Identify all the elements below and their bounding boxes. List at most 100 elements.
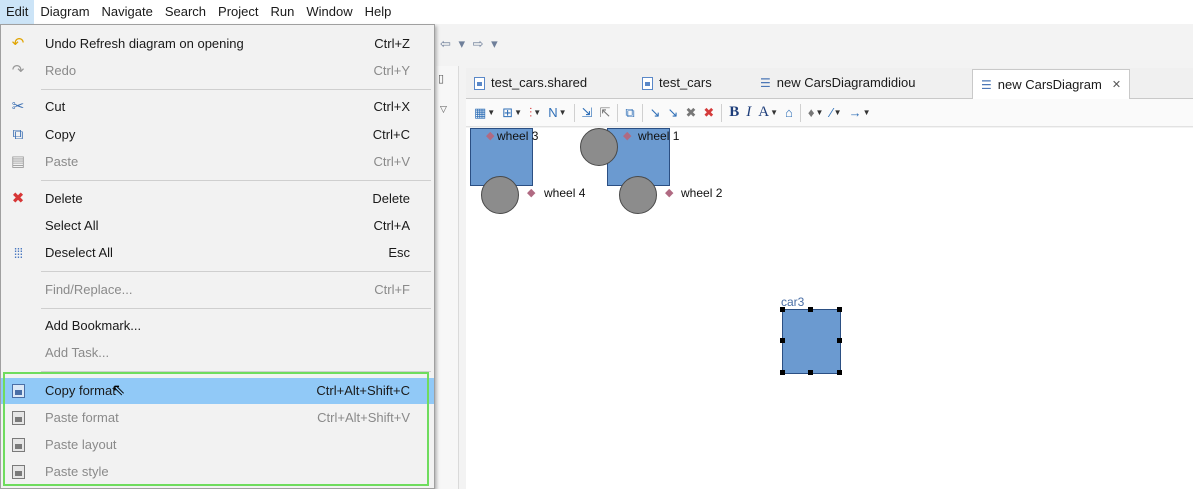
selection-handle[interactable] — [780, 370, 785, 375]
font-color-icon[interactable]: A ▼ — [758, 104, 778, 121]
selection-handle[interactable] — [837, 370, 842, 375]
menu-item-label: Add Bookmark... — [45, 318, 142, 333]
menu-item-paste[interactable]: ▤ Paste Ctrl+V — [1, 149, 434, 175]
menu-item-label: Paste style — [45, 464, 109, 479]
editor-tab-bar: test_cars.shared test_cars ☰ new CarsDia… — [466, 68, 1193, 99]
port-icon: ◆ — [665, 187, 674, 199]
line-style-icon[interactable]: → ▼ — [849, 105, 871, 120]
menu-item-paste-format[interactable]: Paste format Ctrl+Alt+Shift+V — [1, 405, 434, 431]
menu-project[interactable]: Project — [212, 0, 264, 24]
menu-run[interactable]: Run — [265, 0, 301, 24]
menu-item-label: Find/Replace... — [45, 282, 133, 297]
menu-separator — [41, 371, 431, 372]
selection-handle[interactable] — [780, 307, 785, 312]
copy-format-toolbar-icon[interactable]: ⧉ — [625, 105, 634, 121]
diagram-icon: ☰ — [760, 76, 771, 90]
delete-from-model-icon[interactable]: ✖ — [703, 105, 714, 121]
unpin-icon[interactable]: ⇱ — [599, 105, 610, 121]
menu-item-label: Paste format — [45, 410, 119, 425]
selection-handle[interactable] — [780, 338, 785, 343]
toolbar-separator — [573, 103, 575, 122]
tab-test-cars[interactable]: test_cars — [634, 70, 720, 96]
menu-item-label: Paste — [45, 154, 79, 169]
redo-icon: ↷ — [11, 62, 25, 79]
menu-search[interactable]: Search — [159, 0, 212, 24]
tab-new-carsdiagramdidiou[interactable]: ☰ new CarsDiagramdidiou — [752, 70, 924, 96]
menu-item-shortcut: Ctrl+Alt+Shift+V — [317, 410, 410, 425]
selection-handle[interactable] — [808, 370, 813, 375]
menu-item-redo[interactable]: ↷ Redo Ctrl+Y — [1, 58, 434, 84]
wheel-shape[interactable] — [481, 176, 519, 214]
menu-item-shortcut: Ctrl+C — [372, 127, 410, 142]
toolbar-separator — [721, 103, 723, 122]
menu-item-shortcut: Ctrl+Alt+Shift+C — [316, 383, 410, 398]
tab-label: test_cars.shared — [491, 75, 588, 90]
menu-item-label: Redo — [45, 63, 77, 78]
tab-new-carsdiagram[interactable]: ☰ new CarsDiagram ✕ — [972, 69, 1131, 99]
layer-icon[interactable]: N ▼ — [548, 105, 566, 120]
arrange-icon[interactable]: ▦ ▼ — [474, 105, 495, 121]
wheel-shape[interactable] — [619, 176, 657, 214]
navigation-arrows[interactable]: ⇦ ▾ ⇨ ▾ — [440, 36, 500, 52]
menu-item-undo[interactable]: ↶ Undo Refresh diagram on opening Ctrl+Z — [1, 31, 434, 57]
port-icon: ◆ — [486, 130, 495, 142]
menu-item-cut[interactable]: ✂ Cut Ctrl+X — [1, 94, 434, 120]
menu-navigate[interactable]: Navigate — [96, 0, 159, 24]
toolbar-separator — [641, 103, 643, 122]
selection-handle[interactable] — [808, 307, 813, 312]
tab-label: new CarsDiagramdidiou — [776, 75, 916, 90]
label-format-icon[interactable]: ⌂ — [785, 105, 793, 120]
menu-item-shortcut: Ctrl+X — [373, 99, 410, 114]
menu-help[interactable]: Help — [359, 0, 398, 24]
file-icon — [642, 76, 653, 90]
wheel-label[interactable]: wheel 1 — [638, 129, 679, 143]
wheel-label[interactable]: wheel 2 — [681, 186, 722, 200]
paste-style-icon — [9, 463, 27, 481]
line-color-icon[interactable]: ∕ ▼ — [830, 105, 841, 120]
menu-item-shortcut: Delete — [372, 191, 410, 206]
menu-window[interactable]: Window — [300, 0, 358, 24]
hide-label-icon[interactable]: ↘ — [668, 105, 679, 121]
diagram-toolbar: ▦ ▼ ⊞ ▼ ⫶ ▼ N ▼ ⇲ ⇱ ⧉ ↘ ↘ ✖ ✖ B I A ▼ ⌂ ♦ ▼ ∕ ▼… — [466, 99, 1193, 127]
selection-handle[interactable] — [837, 307, 842, 312]
delete-from-diagram-icon[interactable]: ✖ — [685, 105, 696, 121]
menu-item-paste-layout[interactable]: Paste layout — [1, 432, 434, 458]
main-toolbar — [436, 26, 1193, 66]
wheel-label[interactable]: wheel 4 — [544, 186, 585, 200]
menu-item-add-bookmark[interactable]: Add Bookmark... — [1, 313, 434, 339]
menu-item-shortcut: Ctrl+V — [373, 154, 410, 169]
bold-icon[interactable]: B — [729, 104, 739, 121]
layout-icon[interactable]: ⊞ ▼ — [502, 105, 522, 121]
menu-diagram[interactable]: Diagram — [34, 0, 95, 24]
tab-label: new CarsDiagram — [997, 76, 1102, 92]
menu-item-shortcut: Ctrl+A — [373, 218, 410, 233]
menu-edit[interactable]: Edit — [0, 0, 35, 24]
close-icon[interactable]: ✕ — [1112, 72, 1121, 98]
selection-handle[interactable] — [837, 338, 842, 343]
wheel-label[interactable]: wheel 3 — [497, 129, 538, 143]
pin-icon[interactable]: ⇲ — [582, 105, 593, 121]
menu-item-label: Deselect All — [45, 245, 113, 260]
filter-icon[interactable]: ⫶ ▼ — [529, 105, 541, 121]
paste-icon: ▤ — [10, 153, 26, 170]
panel-restore-icon[interactable]: ▯ — [438, 72, 444, 85]
panel-chevron-icon[interactable]: ▽ — [440, 104, 447, 115]
menu-item-find-replace[interactable]: Find/Replace... Ctrl+F — [1, 277, 434, 303]
edit-menu-dropdown: ↶ Undo Refresh diagram on opening Ctrl+Z… — [0, 24, 435, 489]
menu-item-paste-style[interactable]: Paste style — [1, 459, 434, 485]
tab-test-cars-shared[interactable]: test_cars.shared — [466, 70, 595, 96]
wheel-shape[interactable] — [580, 128, 618, 166]
menu-item-delete[interactable]: ✖ Delete Delete — [1, 186, 434, 212]
menu-item-select-all[interactable]: Select All Ctrl+A — [1, 213, 434, 239]
menu-item-add-task[interactable]: Add Task... — [1, 340, 434, 366]
menu-item-label: Cut — [45, 99, 66, 114]
menu-item-deselect-all[interactable]: ⁞⁞⁞ Deselect All Esc — [1, 240, 434, 266]
italic-icon[interactable]: I — [746, 104, 751, 121]
menu-item-shortcut: Ctrl+F — [374, 282, 410, 297]
hide-icon[interactable]: ↘ — [650, 105, 661, 121]
car3-shape[interactable] — [782, 309, 841, 374]
copy-icon: ⧉ — [12, 126, 24, 143]
menu-item-copy[interactable]: ⧉ Copy Ctrl+C — [1, 122, 434, 148]
menu-item-copy-format[interactable]: Copy format Ctrl+Alt+Shift+C — [1, 378, 434, 404]
fill-color-icon[interactable]: ♦ ▼ — [808, 105, 824, 120]
